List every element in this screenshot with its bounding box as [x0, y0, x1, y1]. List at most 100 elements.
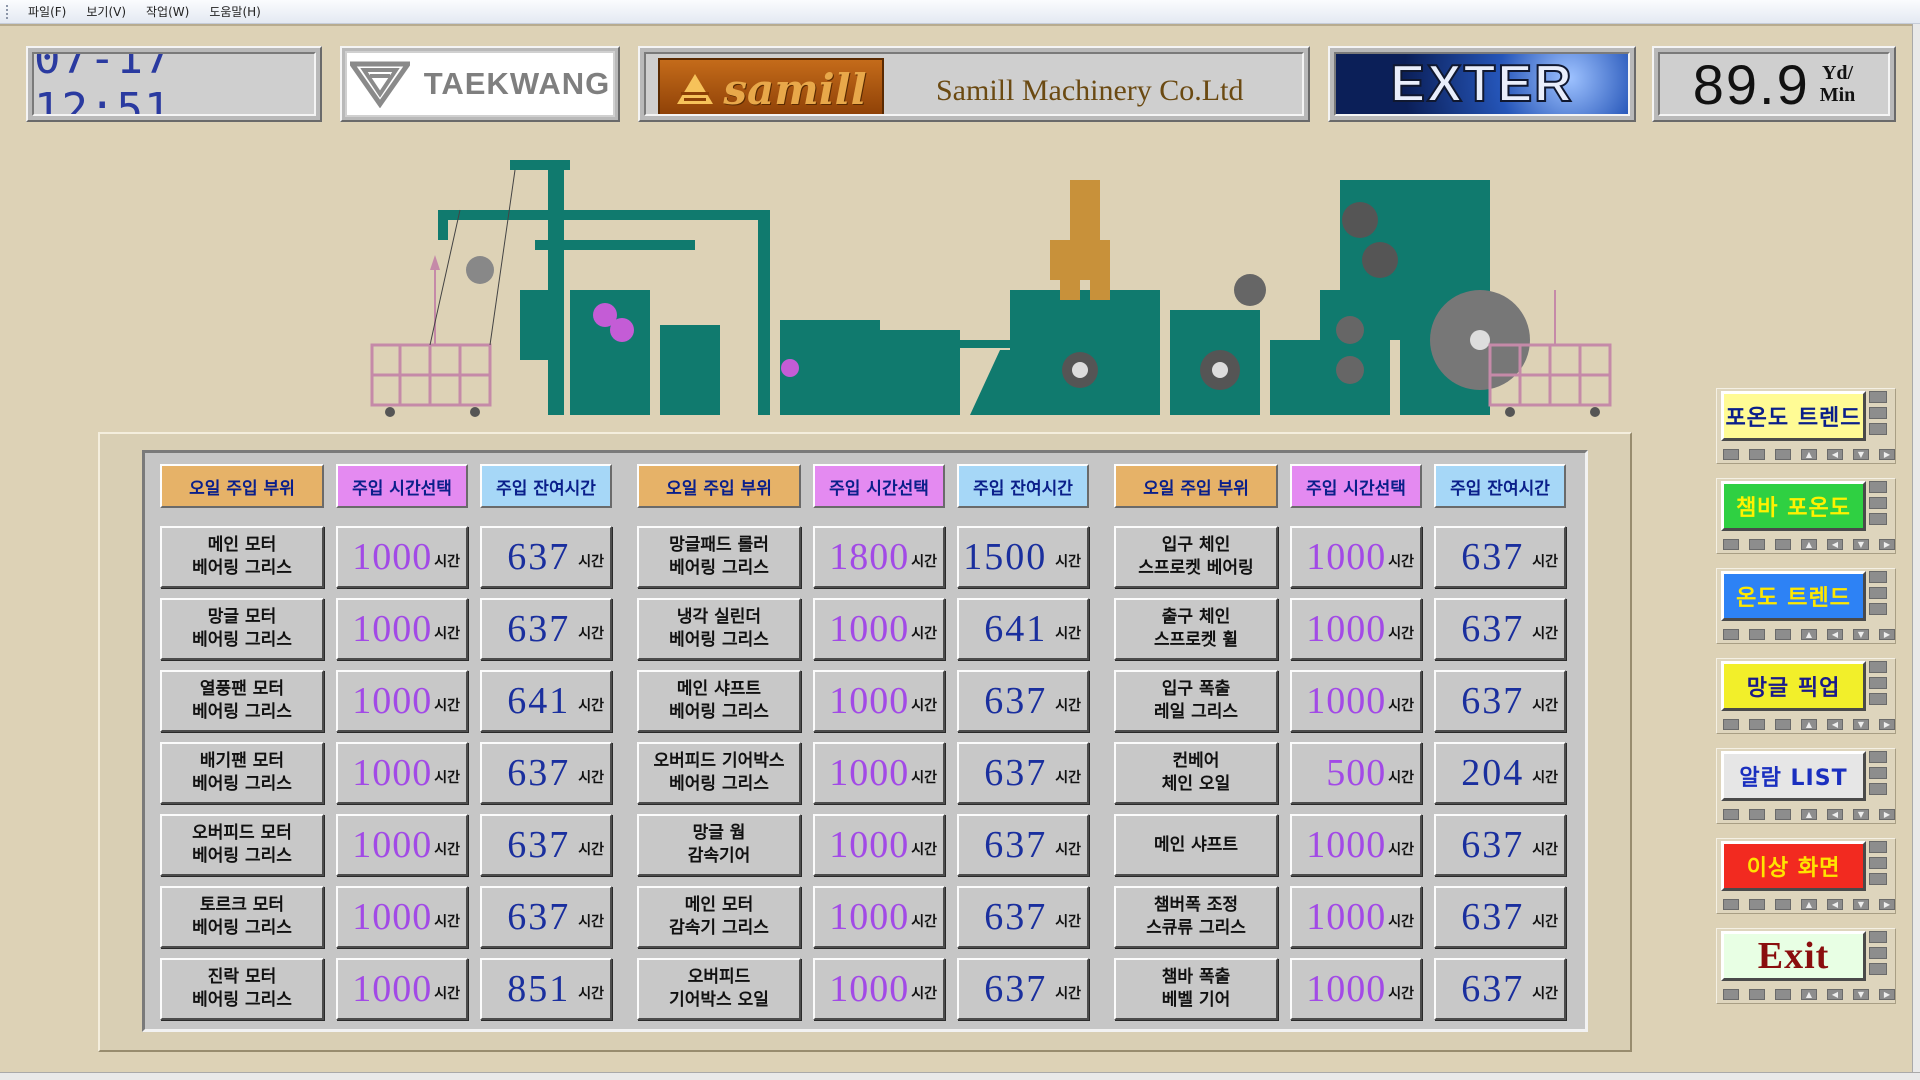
left-arrow-icon[interactable]: ◀ — [1827, 719, 1843, 730]
oil-part-button[interactable]: 오버피드 모터 베어링 그리스 — [160, 814, 324, 876]
oil-part-button[interactable]: 망글 모터 베어링 그리스 — [160, 598, 324, 660]
time-select-field[interactable]: 1000 시간 — [813, 670, 945, 732]
menu-work[interactable]: 작업(W) — [136, 3, 199, 20]
time-select-value: 1000 — [829, 824, 910, 866]
oil-part-button[interactable]: 챔버폭 조정 스큐류 그리스 — [1114, 886, 1278, 948]
right-arrow-icon[interactable]: ▶ — [1879, 449, 1895, 460]
remaining-time-display: 637 시간 — [1434, 958, 1566, 1020]
time-select-field[interactable]: 1000 시간 — [813, 886, 945, 948]
time-select-value: 1000 — [1306, 824, 1387, 866]
down-arrow-icon[interactable]: ▼ — [1853, 809, 1869, 820]
time-select-field[interactable]: 1000 시간 — [336, 886, 468, 948]
up-arrow-icon[interactable]: ▲ — [1801, 899, 1817, 910]
left-arrow-icon[interactable]: ◀ — [1827, 449, 1843, 460]
chamber-cloth-temp-button[interactable]: 챔바 포온도 — [1721, 481, 1866, 531]
time-select-field[interactable]: 1800 시간 — [813, 526, 945, 588]
oil-part-button[interactable]: 출구 체인 스프로켓 휠 — [1114, 598, 1278, 660]
indicator-lamp — [1749, 449, 1765, 460]
time-unit-label: 시간 — [911, 770, 937, 786]
right-arrow-icon[interactable]: ▶ — [1879, 539, 1895, 550]
mangle-pickup-button[interactable]: 망글 픽업 — [1721, 661, 1866, 711]
time-select-field[interactable]: 500 시간 — [1290, 742, 1422, 804]
up-arrow-icon[interactable]: ▲ — [1801, 809, 1817, 820]
remaining-time-display: 641 시간 — [480, 670, 612, 732]
down-arrow-icon[interactable]: ▼ — [1853, 899, 1869, 910]
down-arrow-icon[interactable]: ▼ — [1853, 449, 1869, 460]
menu-file[interactable]: 파일(F) — [18, 3, 76, 20]
oil-part-button[interactable]: 토르크 모터 베어링 그리스 — [160, 886, 324, 948]
right-arrow-icon[interactable]: ▶ — [1879, 809, 1895, 820]
temp-trend-button[interactable]: 온도 트렌드 — [1721, 571, 1866, 621]
down-arrow-icon[interactable]: ▼ — [1853, 539, 1869, 550]
oil-part-button[interactable]: 배기팬 모터 베어링 그리스 — [160, 742, 324, 804]
remaining-time-display: 637 시간 — [957, 742, 1089, 804]
down-arrow-icon[interactable]: ▼ — [1853, 719, 1869, 730]
oil-part-button[interactable]: 메인 샤프트 — [1114, 814, 1278, 876]
time-select-field[interactable]: 1000 시간 — [813, 742, 945, 804]
right-arrow-icon[interactable]: ▶ — [1879, 629, 1895, 640]
time-select-field[interactable]: 1000 시간 — [1290, 670, 1422, 732]
oil-part-button[interactable]: 챔바 폭출 베벨 기어 — [1114, 958, 1278, 1020]
up-arrow-icon[interactable]: ▲ — [1801, 989, 1817, 1000]
alarm-list-button[interactable]: 알람 LIST — [1721, 751, 1866, 801]
time-select-field[interactable]: 1000 시간 — [1290, 526, 1422, 588]
time-select-field[interactable]: 1000 시간 — [336, 598, 468, 660]
indicator-lamp — [1869, 931, 1887, 943]
time-select-field[interactable]: 1000 시간 — [1290, 598, 1422, 660]
down-arrow-icon[interactable]: ▼ — [1853, 989, 1869, 1000]
oil-part-button[interactable]: 컨베어 체인 오일 — [1114, 742, 1278, 804]
cloth-temp-trend-button[interactable]: 포온도 트렌드 — [1721, 391, 1866, 441]
time-select-field[interactable]: 1000 시간 — [813, 814, 945, 876]
time-select-field[interactable]: 1000 시간 — [336, 526, 468, 588]
time-select-field[interactable]: 1000 시간 — [336, 958, 468, 1020]
time-unit-label: 시간 — [1388, 698, 1414, 714]
oil-part-button[interactable]: 망글패드 롤러 베어링 그리스 — [637, 526, 801, 588]
left-arrow-icon[interactable]: ◀ — [1827, 809, 1843, 820]
side-control-row: ▲ ◀ ▼ ▶ — [1723, 539, 1895, 550]
right-arrow-icon[interactable]: ▶ — [1879, 899, 1895, 910]
menu-view[interactable]: 보기(V) — [76, 3, 136, 20]
oil-part-button[interactable]: 열풍팬 모터 베어링 그리스 — [160, 670, 324, 732]
time-select-value: 1000 — [1306, 536, 1387, 578]
up-arrow-icon[interactable]: ▲ — [1801, 629, 1817, 640]
indicator-lamp — [1869, 783, 1887, 795]
side-control-row: ▲ ◀ ▼ ▶ — [1723, 809, 1895, 820]
left-arrow-icon[interactable]: ◀ — [1827, 899, 1843, 910]
time-select-field[interactable]: 1000 시간 — [1290, 886, 1422, 948]
oil-part-button[interactable]: 메인 모터 베어링 그리스 — [160, 526, 324, 588]
time-select-field[interactable]: 1000 시간 — [813, 598, 945, 660]
left-arrow-icon[interactable]: ◀ — [1827, 989, 1843, 1000]
oil-part-button[interactable]: 오버피드 기어박스 오일 — [637, 958, 801, 1020]
time-unit-label: 시간 — [1532, 986, 1558, 1002]
time-select-field[interactable]: 1000 시간 — [336, 742, 468, 804]
oil-part-button[interactable]: 메인 샤프트 베어링 그리스 — [637, 670, 801, 732]
right-arrow-icon[interactable]: ▶ — [1879, 989, 1895, 1000]
oil-part-button[interactable]: 입구 체인 스프로켓 베어링 — [1114, 526, 1278, 588]
up-arrow-icon[interactable]: ▲ — [1801, 719, 1817, 730]
time-unit-label: 시간 — [434, 698, 460, 714]
menu-help[interactable]: 도움말(H) — [199, 3, 271, 20]
time-select-field[interactable]: 1000 시간 — [1290, 958, 1422, 1020]
oil-part-button[interactable]: 메인 모터 감속기 그리스 — [637, 886, 801, 948]
left-arrow-icon[interactable]: ◀ — [1827, 629, 1843, 640]
time-select-field[interactable]: 1000 시간 — [1290, 814, 1422, 876]
up-arrow-icon[interactable]: ▲ — [1801, 539, 1817, 550]
right-arrow-icon[interactable]: ▶ — [1879, 719, 1895, 730]
time-select-field[interactable]: 1000 시간 — [336, 814, 468, 876]
time-select-field[interactable]: 1000 시간 — [813, 958, 945, 1020]
oil-part-button[interactable]: 망글 웜 감속기어 — [637, 814, 801, 876]
indicator-lamp — [1749, 719, 1765, 730]
exit-button[interactable]: Exit — [1721, 931, 1866, 981]
fault-screen-button[interactable]: 이상 화면 — [1721, 841, 1866, 891]
down-arrow-icon[interactable]: ▼ — [1853, 629, 1869, 640]
left-arrow-icon[interactable]: ◀ — [1827, 539, 1843, 550]
time-select-value: 1000 — [1306, 608, 1387, 650]
oil-part-button[interactable]: 입구 폭출 레일 그리스 — [1114, 670, 1278, 732]
time-select-field[interactable]: 1000 시간 — [336, 670, 468, 732]
time-unit-label: 시간 — [1388, 626, 1414, 642]
indicator-lamp — [1775, 719, 1791, 730]
up-arrow-icon[interactable]: ▲ — [1801, 449, 1817, 460]
oil-part-button[interactable]: 진락 모터 베어링 그리스 — [160, 958, 324, 1020]
oil-part-button[interactable]: 오버피드 기어박스 베어링 그리스 — [637, 742, 801, 804]
oil-part-button[interactable]: 냉각 실린더 베어링 그리스 — [637, 598, 801, 660]
